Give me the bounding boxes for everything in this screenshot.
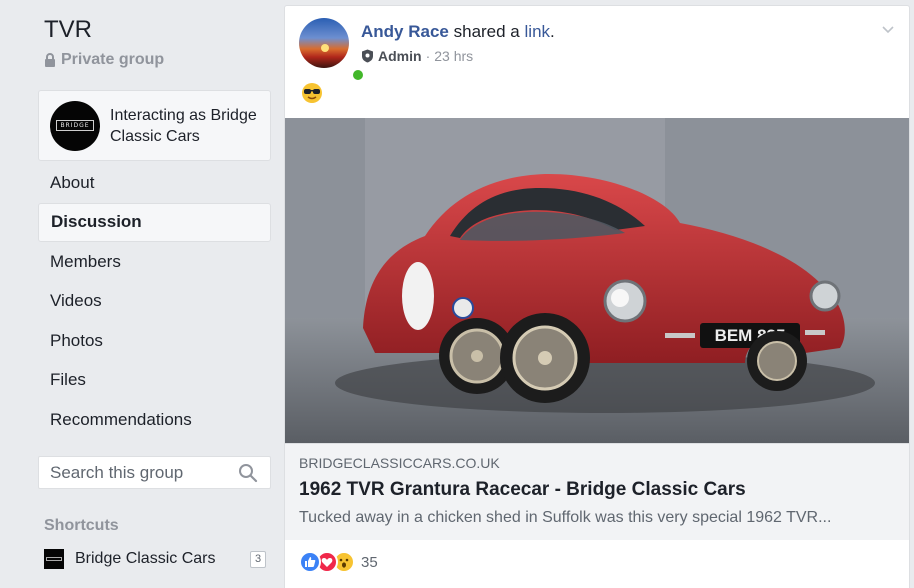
author-avatar[interactable] bbox=[299, 18, 349, 68]
link-domain: BRIDGECLASSICCARS.CO.UK bbox=[299, 455, 500, 471]
link-preview-image[interactable]: BEM 835 bbox=[285, 118, 909, 443]
page-avatar: BRIDGE bbox=[50, 100, 100, 151]
post-headline: Andy Race shared a link. bbox=[361, 22, 555, 41]
nav-photos[interactable]: Photos bbox=[38, 321, 271, 361]
lock-icon bbox=[45, 53, 55, 67]
shared-link-word[interactable]: link bbox=[525, 22, 551, 41]
shortcut-item[interactable]: Bridge Classic Cars 3 bbox=[44, 549, 266, 569]
shortcut-thumbnail bbox=[44, 549, 64, 569]
group-privacy: Private group bbox=[44, 51, 164, 69]
post-header: Andy Race shared a link. Admin · 23 hrs bbox=[299, 18, 555, 82]
interacting-as-label: Interacting as Bridge Classic Cars bbox=[110, 106, 257, 145]
admin-shield-icon bbox=[362, 49, 373, 63]
post-timestamp[interactable]: 23 hrs bbox=[434, 48, 473, 64]
group-search-input[interactable]: Search this group bbox=[38, 456, 271, 489]
nav-members[interactable]: Members bbox=[38, 242, 271, 282]
search-icon[interactable] bbox=[236, 461, 260, 485]
author-name[interactable]: Andy Race bbox=[361, 22, 449, 41]
shortcuts-heading: Shortcuts bbox=[44, 517, 119, 534]
link-title[interactable]: 1962 TVR Grantura Racecar - Bridge Class… bbox=[299, 479, 895, 501]
search-placeholder: Search this group bbox=[50, 462, 184, 482]
nav-recommendations[interactable]: Recommendations bbox=[38, 400, 271, 440]
reaction-summary[interactable]: 35 bbox=[299, 551, 378, 573]
like-reaction-icon bbox=[299, 551, 321, 573]
post-meta: Andy Race shared a link. Admin · 23 hrs bbox=[361, 22, 555, 68]
bridge-logo: BRIDGE bbox=[56, 120, 94, 131]
chevron-down-icon[interactable] bbox=[881, 22, 895, 36]
link-preview-details[interactable]: BRIDGECLASSICCARS.CO.UK 1962 TVR Grantur… bbox=[285, 443, 909, 540]
nav-videos[interactable]: Videos bbox=[38, 282, 271, 322]
group-title[interactable]: TVR bbox=[44, 16, 92, 44]
author-role[interactable]: Admin bbox=[378, 48, 422, 64]
interacting-as-switcher[interactable]: BRIDGE Interacting as Bridge Classic Car… bbox=[38, 90, 271, 161]
post-action-text: shared a bbox=[453, 22, 520, 41]
shortcut-count-badge: 3 bbox=[250, 550, 266, 568]
feed-post: Andy Race shared a link. Admin · 23 hrs bbox=[284, 5, 910, 588]
car-photo: BEM 835 bbox=[285, 118, 909, 443]
sunglasses-emoji-icon bbox=[301, 82, 323, 104]
reaction-count: 35 bbox=[361, 553, 378, 571]
shortcut-label: Bridge Classic Cars bbox=[75, 550, 216, 567]
privacy-label: Private group bbox=[61, 51, 165, 68]
nav-files[interactable]: Files bbox=[38, 361, 271, 401]
link-description: Tucked away in a chicken shed in Suffolk… bbox=[299, 509, 832, 526]
post-subline: Admin · 23 hrs bbox=[361, 48, 555, 64]
nav-discussion[interactable]: Discussion bbox=[38, 202, 271, 242]
nav-about[interactable]: About bbox=[38, 163, 271, 203]
online-status-icon bbox=[351, 68, 365, 82]
group-nav: About Discussion Members Videos Photos F… bbox=[38, 163, 271, 440]
